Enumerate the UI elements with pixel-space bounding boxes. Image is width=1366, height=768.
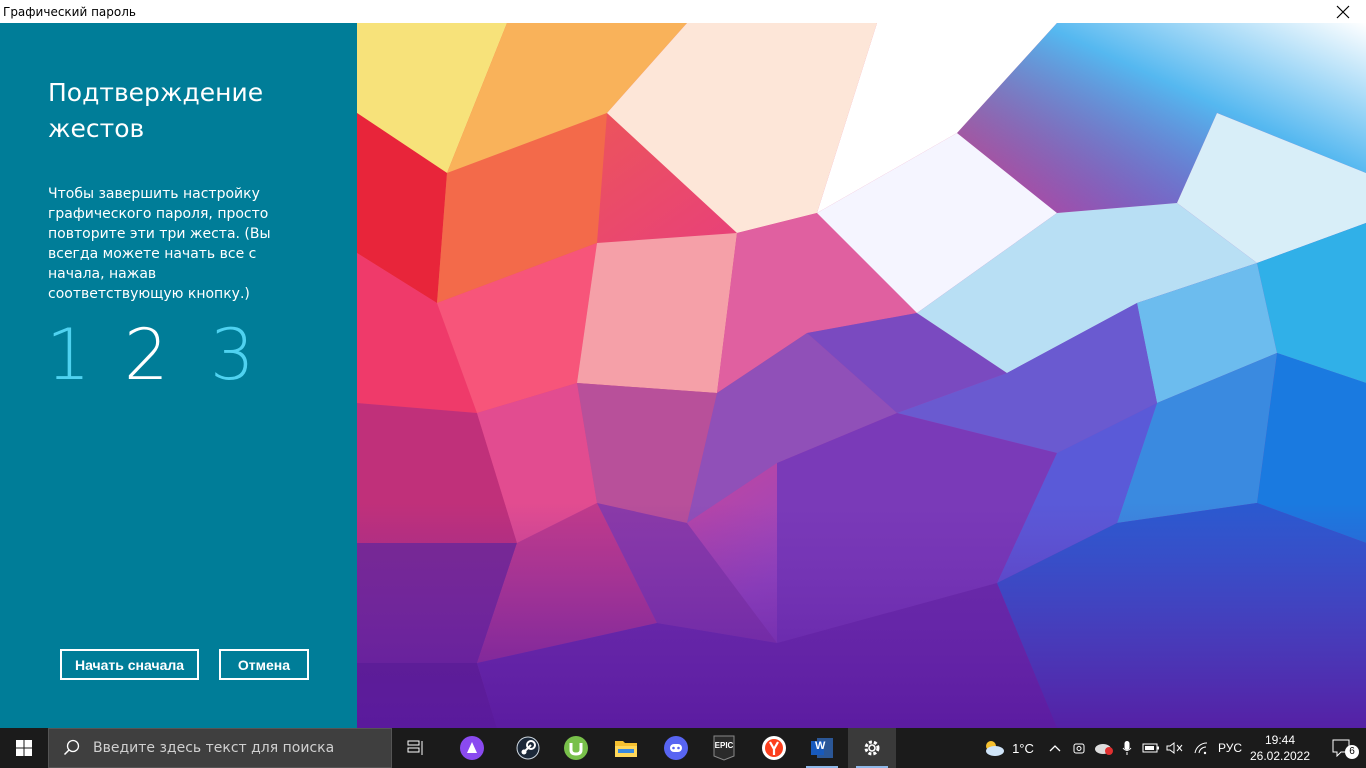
battery-icon <box>1142 743 1159 753</box>
search-icon <box>63 739 80 756</box>
title-bar: Графический пароль <box>0 0 1366 23</box>
word-button[interactable]: W <box>798 728 846 768</box>
gesture-step-2: 2 <box>124 314 169 396</box>
battery-tray-button[interactable] <box>1140 728 1162 768</box>
onedrive-tray-button[interactable] <box>1092 728 1116 768</box>
weather-cloud-icon <box>986 741 1005 756</box>
file-explorer-button[interactable] <box>602 728 650 768</box>
task-view-icon <box>407 740 423 755</box>
discord-icon <box>664 736 688 760</box>
restart-button[interactable]: Начать сначала <box>60 649 199 680</box>
windows-icon <box>16 740 32 756</box>
weather-widget[interactable]: 1°C <box>976 728 1040 768</box>
camera-icon <box>1073 743 1085 754</box>
panel-description: Чтобы завершить настройку графического п… <box>48 186 271 302</box>
language-label: РУС <box>1217 741 1243 755</box>
volume-tray-button[interactable] <box>1164 728 1186 768</box>
utorrent-icon <box>564 736 588 760</box>
polygon-wallpaper <box>357 23 1366 728</box>
taskbar-search-box[interactable]: Введите здесь текст для поиска <box>48 728 392 768</box>
settings-button[interactable] <box>848 728 896 768</box>
microphone-icon <box>1122 741 1132 755</box>
yandex-browser-icon <box>762 736 786 760</box>
start-button[interactable] <box>0 728 48 768</box>
epic-games-label: EPIC <box>714 741 734 750</box>
wifi-icon <box>1194 742 1208 755</box>
utorrent-button[interactable] <box>552 728 600 768</box>
speaker-muted-icon <box>1166 742 1183 754</box>
clock-time: 19:44 <box>1264 733 1296 747</box>
settings-icon <box>864 740 880 756</box>
clock-date: 26.02.2022 <box>1249 749 1311 763</box>
window-title: Графический пароль <box>3 5 136 19</box>
taskbar-clock[interactable]: 19:44 26.02.2022 <box>1248 732 1312 764</box>
notifications-count: 6 <box>1345 745 1359 759</box>
steam-icon <box>516 736 540 760</box>
file-explorer-icon <box>615 741 637 757</box>
word-label: W <box>815 740 826 752</box>
chevron-up-icon <box>1049 745 1061 752</box>
discord-button[interactable] <box>652 728 700 768</box>
language-indicator[interactable]: РУС <box>1214 728 1246 768</box>
gesture-panel: Подтверждение жестов Чтобы завершить нас… <box>0 23 357 728</box>
cancel-button[interactable]: Отмена <box>219 649 309 680</box>
gesture-step-1: 1 <box>46 314 91 396</box>
alice-button[interactable] <box>448 728 496 768</box>
gesture-picture[interactable] <box>357 23 1366 728</box>
yandex-browser-button[interactable] <box>750 728 798 768</box>
gesture-step-3: 3 <box>210 314 255 396</box>
epic-games-button[interactable]: EPIC <box>700 728 748 768</box>
search-placeholder: Введите здесь текст для поиска <box>93 740 335 756</box>
show-hidden-icons-button[interactable] <box>1044 728 1066 768</box>
network-tray-button[interactable] <box>1190 728 1212 768</box>
weather-temperature: 1°C <box>1012 740 1034 756</box>
task-view-button[interactable] <box>392 728 440 768</box>
camera-tray-button[interactable] <box>1068 728 1090 768</box>
close-icon <box>1336 5 1350 18</box>
close-button[interactable] <box>1320 0 1366 23</box>
taskbar: Введите здесь текст для поиска EPIC W 1°… <box>0 728 1366 768</box>
panel-heading: Подтверждение жестов <box>48 78 264 143</box>
alice-icon <box>460 736 484 760</box>
steam-button[interactable] <box>504 728 552 768</box>
microphone-tray-button[interactable] <box>1118 728 1136 768</box>
action-center-button[interactable]: 6 <box>1318 728 1366 768</box>
cloud-error-icon <box>1095 744 1113 755</box>
